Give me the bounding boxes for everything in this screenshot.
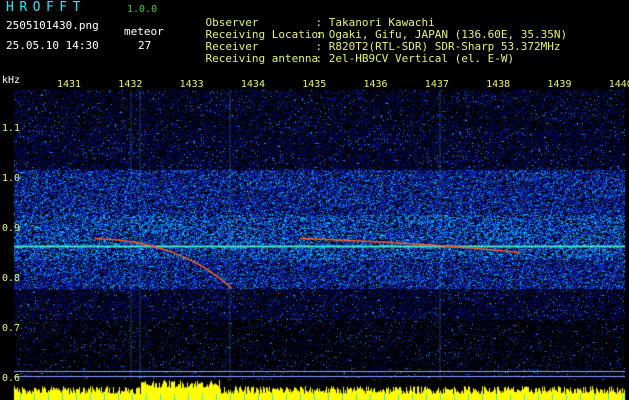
x-tick-label: 1433 <box>179 79 204 90</box>
x-tick-label: 1438 <box>486 79 511 90</box>
datetime-label: 25.05.10 14:30 <box>6 39 99 52</box>
info-label-antenna: Receiving antenna <box>205 52 319 65</box>
x-tick-label: 1437 <box>424 79 449 90</box>
x-tick-label: 1439 <box>547 79 572 90</box>
filename-label: 2505101430.png <box>6 19 99 32</box>
x-tick-label: 1436 <box>363 79 388 90</box>
spectrogram-canvas <box>0 70 629 400</box>
x-tick-label: 1432 <box>118 79 143 90</box>
y-tick-label: 1.1 <box>2 123 21 134</box>
y-tick-label: 1.0 <box>2 173 21 184</box>
meteor-label: meteor <box>124 25 164 38</box>
header-panel: HROFFT 1.0.0 2505101430.png 25.05.10 14:… <box>0 0 629 70</box>
x-tick-label: 1431 <box>57 79 82 90</box>
y-tick-label: 0.9 <box>2 223 21 234</box>
y-tick-label: 0.6 <box>2 373 21 384</box>
x-tick-label: 1440 <box>608 79 629 90</box>
version-label: 1.0.0 <box>127 4 158 15</box>
info-value-antenna: : 2el-HB9CV Vertical (el. E-W) <box>315 52 515 65</box>
app-title: HROFFT <box>6 0 86 15</box>
y-tick-label: 0.7 <box>2 323 21 334</box>
x-tick-label: 1434 <box>240 79 265 90</box>
meteor-count: 27 <box>138 39 152 52</box>
y-tick-label: 0.8 <box>2 273 21 284</box>
y-axis-unit: kHz <box>2 75 21 86</box>
x-tick-label: 1435 <box>302 79 327 90</box>
